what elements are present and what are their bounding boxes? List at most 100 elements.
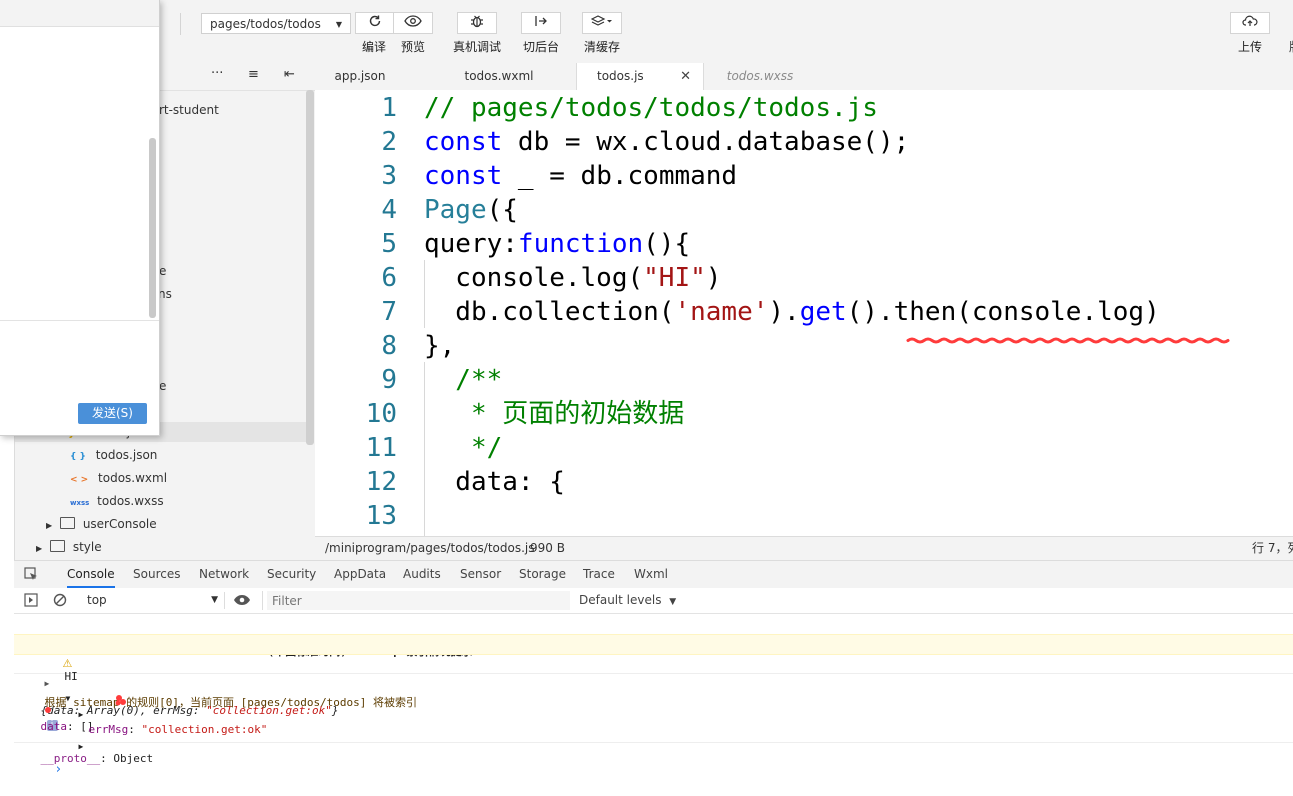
tab-audits[interactable]: Audits bbox=[403, 561, 441, 588]
panel-toggle-icon[interactable]: ⇤ bbox=[284, 67, 295, 82]
code-line[interactable]: 2 const db = wx.cloud.database(); bbox=[315, 125, 1293, 159]
prompt-icon: › bbox=[54, 762, 63, 777]
clear-cache-button[interactable] bbox=[582, 12, 622, 34]
folder-icon bbox=[49, 540, 65, 552]
tab-network[interactable]: Network bbox=[199, 561, 249, 588]
devtools-tabs: Console Sources Network Security AppData… bbox=[14, 560, 1293, 589]
log-group-header[interactable]: ▼ Tue Jan 07 2020 15:07:44 GMT+0800 (中国标… bbox=[14, 617, 1293, 658]
tab-label: todos.js bbox=[597, 69, 644, 83]
code-token: "HI" bbox=[643, 263, 706, 293]
warning-row[interactable]: ⚠ ▶ 根据 sitemap 的规则[0]，当前页面 [pages/todos/… bbox=[14, 634, 1293, 709]
message-input-area[interactable] bbox=[0, 321, 148, 396]
sidebar-toggle-icon[interactable] bbox=[24, 593, 38, 610]
more-icon[interactable]: ··· bbox=[211, 66, 223, 81]
code-editor[interactable]: 1 // pages/todos/todos/todos.js 2 const db … bbox=[315, 90, 1293, 536]
line-number: 2 bbox=[381, 127, 397, 157]
code-token: 'name' bbox=[674, 297, 769, 327]
line-number: 11 bbox=[365, 433, 397, 463]
eye-icon bbox=[404, 15, 422, 31]
version-label-cut: 版 bbox=[1289, 38, 1293, 55]
code-token: ). bbox=[768, 297, 800, 327]
filter-input[interactable] bbox=[267, 591, 570, 610]
code-token: (){ bbox=[643, 229, 691, 259]
line-number: 1 bbox=[381, 93, 397, 123]
tab-todos-js[interactable]: todos.js ✕ bbox=[576, 63, 704, 91]
code-text: const _ = db.command bbox=[424, 159, 737, 193]
folder-style[interactable]: ▶ style bbox=[36, 537, 102, 557]
file-name: todos.json bbox=[95, 448, 158, 462]
explorer-scrollbar[interactable] bbox=[306, 90, 314, 445]
code-text: Page({ bbox=[424, 193, 518, 227]
tree-item[interactable]: e bbox=[159, 261, 166, 281]
code-token: */ bbox=[424, 433, 503, 463]
tree-item[interactable]: ns bbox=[158, 284, 172, 304]
tab-storage[interactable]: Storage bbox=[519, 561, 566, 588]
tab-security[interactable]: Security bbox=[267, 561, 316, 588]
code-line[interactable]: 4 Page({ bbox=[315, 193, 1293, 227]
code-line[interactable]: 1 // pages/todos/todos/todos.js bbox=[315, 91, 1293, 125]
folder-userconsole[interactable]: ▶ userConsole bbox=[46, 514, 157, 534]
code-line[interactable]: 5 query:function(){ bbox=[315, 227, 1293, 261]
layers-icon bbox=[590, 14, 613, 32]
compile-button[interactable] bbox=[355, 12, 395, 34]
tab-sources[interactable]: Sources bbox=[133, 561, 180, 588]
close-icon[interactable]: ✕ bbox=[680, 63, 691, 90]
toolbar-divider bbox=[180, 13, 181, 35]
switch-background-button[interactable] bbox=[521, 12, 561, 34]
code-token: /** bbox=[424, 365, 503, 395]
log-levels-select[interactable]: Default levels ▼ bbox=[579, 592, 676, 611]
file-todos-wxml[interactable]: < > todos.wxml bbox=[70, 468, 167, 488]
file-todos-json[interactable]: { } todos.json bbox=[70, 445, 157, 465]
line-number: 3 bbox=[381, 161, 397, 191]
tab-wxml[interactable]: Wxml bbox=[634, 561, 668, 588]
line-number: 9 bbox=[381, 365, 397, 395]
folder-icon bbox=[59, 517, 75, 529]
left-edge-strip bbox=[0, 435, 15, 796]
code-token: get bbox=[799, 297, 847, 327]
code-line[interactable]: 12 data: { bbox=[315, 465, 1293, 499]
code-token: ) bbox=[705, 263, 722, 293]
file-todos-wxss[interactable]: wxss todos.wxss bbox=[70, 491, 164, 511]
tree-item[interactable]: e bbox=[159, 376, 166, 396]
context-select[interactable]: top ▼ bbox=[82, 591, 218, 610]
line-number: 7 bbox=[381, 297, 397, 327]
upload-button[interactable] bbox=[1230, 12, 1270, 34]
code-token: ({ bbox=[486, 195, 518, 225]
object-summary-row[interactable]: ▼ {data: Array(0), errMsg: "collection.g… bbox=[14, 678, 1293, 731]
page-path-select[interactable]: pages/todos/todos ▼ bbox=[201, 13, 351, 34]
collapse-list-icon[interactable]: ≡ bbox=[248, 67, 259, 82]
send-button[interactable]: 发送(S) bbox=[78, 403, 147, 424]
code-line[interactable]: 13 bbox=[315, 499, 1293, 533]
red-dot-annotation bbox=[115, 695, 126, 706]
code-line[interactable]: 6 console.log("HI") bbox=[315, 261, 1293, 295]
tab-appdata[interactable]: AppData bbox=[334, 561, 386, 588]
code-line[interactable]: 9 /** bbox=[315, 363, 1293, 397]
refresh-icon bbox=[368, 14, 382, 32]
preview-button[interactable] bbox=[393, 12, 433, 34]
cursor-position[interactable]: 行 7，列 bbox=[1252, 537, 1293, 560]
eye-icon[interactable] bbox=[233, 594, 251, 609]
object-property-row[interactable]: ▶ data: [] bbox=[14, 694, 1293, 733]
code-line[interactable]: 3 const _ = db.command bbox=[315, 159, 1293, 193]
tab-app-json[interactable]: app.json bbox=[315, 63, 405, 90]
clear-console-icon[interactable] bbox=[53, 593, 67, 610]
send-popup: 发送(S) bbox=[0, 0, 160, 436]
code-token: console.log( bbox=[424, 263, 644, 293]
tab-console[interactable]: Console bbox=[67, 561, 115, 588]
object-property-row[interactable]: ▶ __proto__: Object bbox=[14, 726, 1293, 765]
page-path-value: pages/todos/todos bbox=[210, 17, 321, 31]
code-line[interactable]: 11 */ bbox=[315, 431, 1293, 465]
code-line[interactable]: 10 * 页面的初始数据 bbox=[315, 397, 1293, 431]
tab-todos-wxss[interactable]: todos.wxss bbox=[704, 63, 816, 90]
code-text: // pages/todos/todos/todos.js bbox=[424, 91, 878, 125]
tab-trace[interactable]: Trace bbox=[583, 561, 615, 588]
console-prompt[interactable]: › bbox=[14, 747, 1293, 777]
popup-scrollbar[interactable] bbox=[149, 138, 156, 318]
tab-todos-wxml[interactable]: todos.wxml bbox=[445, 63, 553, 90]
remote-debug-button[interactable] bbox=[457, 12, 497, 34]
inspect-element-icon[interactable] bbox=[24, 566, 38, 580]
code-text: const db = wx.cloud.database(); bbox=[424, 125, 909, 159]
code-line[interactable]: 8}, bbox=[315, 329, 1293, 363]
tab-sensor[interactable]: Sensor bbox=[460, 561, 501, 588]
code-line[interactable]: 7 db.collection('name').get().then(conso… bbox=[315, 295, 1293, 329]
